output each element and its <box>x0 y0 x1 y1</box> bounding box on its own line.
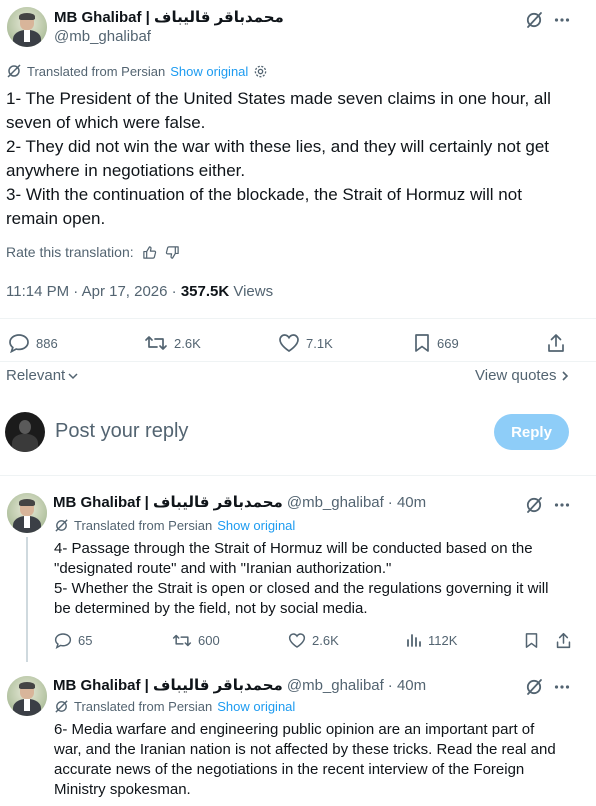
post-line: seven of which were false. <box>6 113 206 132</box>
rate-translation-label: Rate this translation: <box>6 244 134 260</box>
rate-translation-row: Rate this translation: <box>6 244 180 260</box>
bookmark-count: 669 <box>437 335 459 351</box>
reply-author-name[interactable]: محمدباقر قالیباف | MB Ghalibaf <box>53 676 283 694</box>
translation-notice: Translated from Persian Show original <box>6 63 268 79</box>
share-icon[interactable] <box>545 333 567 353</box>
reply-line: be determined by the field, not by socia… <box>54 600 368 617</box>
more-options-icon[interactable] <box>550 676 574 698</box>
views-count: 357.5K <box>180 283 230 300</box>
post-meta: 11:14 PM · Apr 17, 2026 · 357.5K Views <box>6 283 273 300</box>
divider <box>0 361 596 362</box>
heart-icon <box>288 633 306 648</box>
grok-icon[interactable] <box>522 494 546 516</box>
reply-line: 5- Whether the Strait is open or closed … <box>54 580 549 597</box>
reply-author-row[interactable]: محمدباقر قالیباف | MB Ghalibaf @mb_ghali… <box>53 493 426 512</box>
reply-line: war, and the Iranian nation is not affec… <box>54 741 556 758</box>
repost-icon <box>145 336 167 350</box>
repost-count: 2.6K <box>174 335 201 351</box>
grok-icon[interactable] <box>522 9 546 31</box>
translated-from-label: Translated from Persian <box>74 699 213 714</box>
thumbs-down-icon[interactable] <box>165 245 180 260</box>
bookmark-action[interactable]: 669 <box>413 333 459 353</box>
post-line: 2- They did not win the war with these l… <box>6 137 550 156</box>
sort-relevant-dropdown[interactable]: Relevant <box>6 367 79 384</box>
like-count: 7.1K <box>306 335 333 351</box>
author-handle[interactable]: @mb_ghalibaf <box>54 28 151 45</box>
reply-input[interactable]: Post your reply <box>55 420 188 443</box>
repost-count: 600 <box>198 633 220 648</box>
views-count: 112K <box>428 632 458 648</box>
reply-line: Ministry spokesman. <box>54 781 191 798</box>
like-action[interactable]: 7.1K <box>278 333 333 353</box>
sort-relevant-label: Relevant <box>6 367 66 384</box>
translation-notice: Translated from Persian Show original <box>54 518 295 533</box>
author-name[interactable]: محمدباقر قالیباف | MB Ghalibaf <box>54 8 284 26</box>
translate-icon <box>6 63 22 79</box>
translate-icon <box>54 518 69 533</box>
translation-notice: Translated from Persian Show original <box>54 699 295 714</box>
like-count: 2.6K <box>312 633 339 648</box>
translated-from-label: Translated from Persian <box>74 518 213 533</box>
post-line: anywhere in negotiations either. <box>6 161 246 180</box>
share-icon[interactable] <box>554 632 572 649</box>
reply-line: 6- Media warfare and engineering public … <box>54 721 535 738</box>
reply-time[interactable]: · 40m <box>388 494 426 511</box>
reply-count: 65 <box>78 633 93 648</box>
reply-button[interactable]: Reply <box>494 414 569 450</box>
reply-text: 6- Media warfare and engineering public … <box>54 720 590 800</box>
thread-connector <box>26 537 28 662</box>
post-text: 1- The President of the United States ma… <box>6 87 590 231</box>
reply-line: 4- Passage through the Strait of Hormuz … <box>54 540 533 557</box>
thumbs-up-icon[interactable] <box>142 245 157 260</box>
reply-line: "designated route" and with "Iranian aut… <box>54 560 392 577</box>
post-line: 3- With the continuation of the blockade… <box>6 185 522 204</box>
repost-icon <box>172 634 192 647</box>
reply-action[interactable]: 886 <box>8 333 58 353</box>
reply-time[interactable]: · 40m <box>388 677 426 694</box>
reply-author-name[interactable]: محمدباقر قالیباف | MB Ghalibaf <box>53 493 283 511</box>
post-line: remain open. <box>6 209 106 228</box>
reply-count: 886 <box>36 335 58 351</box>
heart-icon <box>279 334 299 352</box>
show-original-link[interactable]: Show original <box>217 518 295 533</box>
post-timestamp[interactable]: 11:14 PM · Apr 17, 2026 · <box>6 283 181 300</box>
repost-action[interactable]: 2.6K <box>144 333 201 353</box>
divider <box>0 475 596 476</box>
view-quotes-label: View quotes <box>475 367 557 384</box>
reply-handle[interactable]: @mb_ghalibaf <box>287 494 384 511</box>
reply-author-row[interactable]: محمدباقر قالیباف | MB Ghalibaf @mb_ghali… <box>53 676 426 695</box>
reply-handle[interactable]: @mb_ghalibaf <box>287 677 384 694</box>
translated-from-label: Translated from Persian <box>27 63 166 79</box>
current-user-avatar[interactable] <box>5 412 45 452</box>
more-options-icon[interactable] <box>550 494 574 516</box>
views-action[interactable]: 112K <box>406 632 457 648</box>
chevron-right-icon <box>562 370 569 381</box>
more-options-icon[interactable] <box>550 9 574 31</box>
reply-avatar[interactable] <box>7 493 47 533</box>
show-original-link[interactable]: Show original <box>217 699 295 714</box>
bookmark-icon <box>415 334 429 352</box>
divider <box>0 318 596 319</box>
settings-icon[interactable] <box>253 64 268 79</box>
reply-avatar[interactable] <box>7 676 47 716</box>
translate-icon <box>54 699 69 714</box>
post-line: 1- The President of the United States ma… <box>6 89 551 108</box>
reply-line: accurate news of the negotiations in the… <box>54 761 525 778</box>
bookmark-icon[interactable] <box>522 632 540 649</box>
view-quotes-link[interactable]: View quotes <box>475 367 570 384</box>
like-action[interactable]: 2.6K <box>288 632 339 649</box>
chevron-down-icon <box>68 372 78 379</box>
author-avatar[interactable] <box>7 7 47 47</box>
reply-text: 4- Passage through the Strait of Hormuz … <box>54 539 590 619</box>
reply-action[interactable]: 65 <box>54 632 92 649</box>
repost-action[interactable]: 600 <box>172 632 220 649</box>
show-original-link[interactable]: Show original <box>170 64 248 79</box>
author-name-row[interactable]: محمدباقر قالیباف | MB Ghalibaf <box>54 8 284 26</box>
views-icon <box>407 634 421 647</box>
views-label: Views <box>229 283 274 300</box>
reply-icon <box>9 334 29 353</box>
grok-icon[interactable] <box>522 676 546 698</box>
reply-icon <box>54 633 72 649</box>
